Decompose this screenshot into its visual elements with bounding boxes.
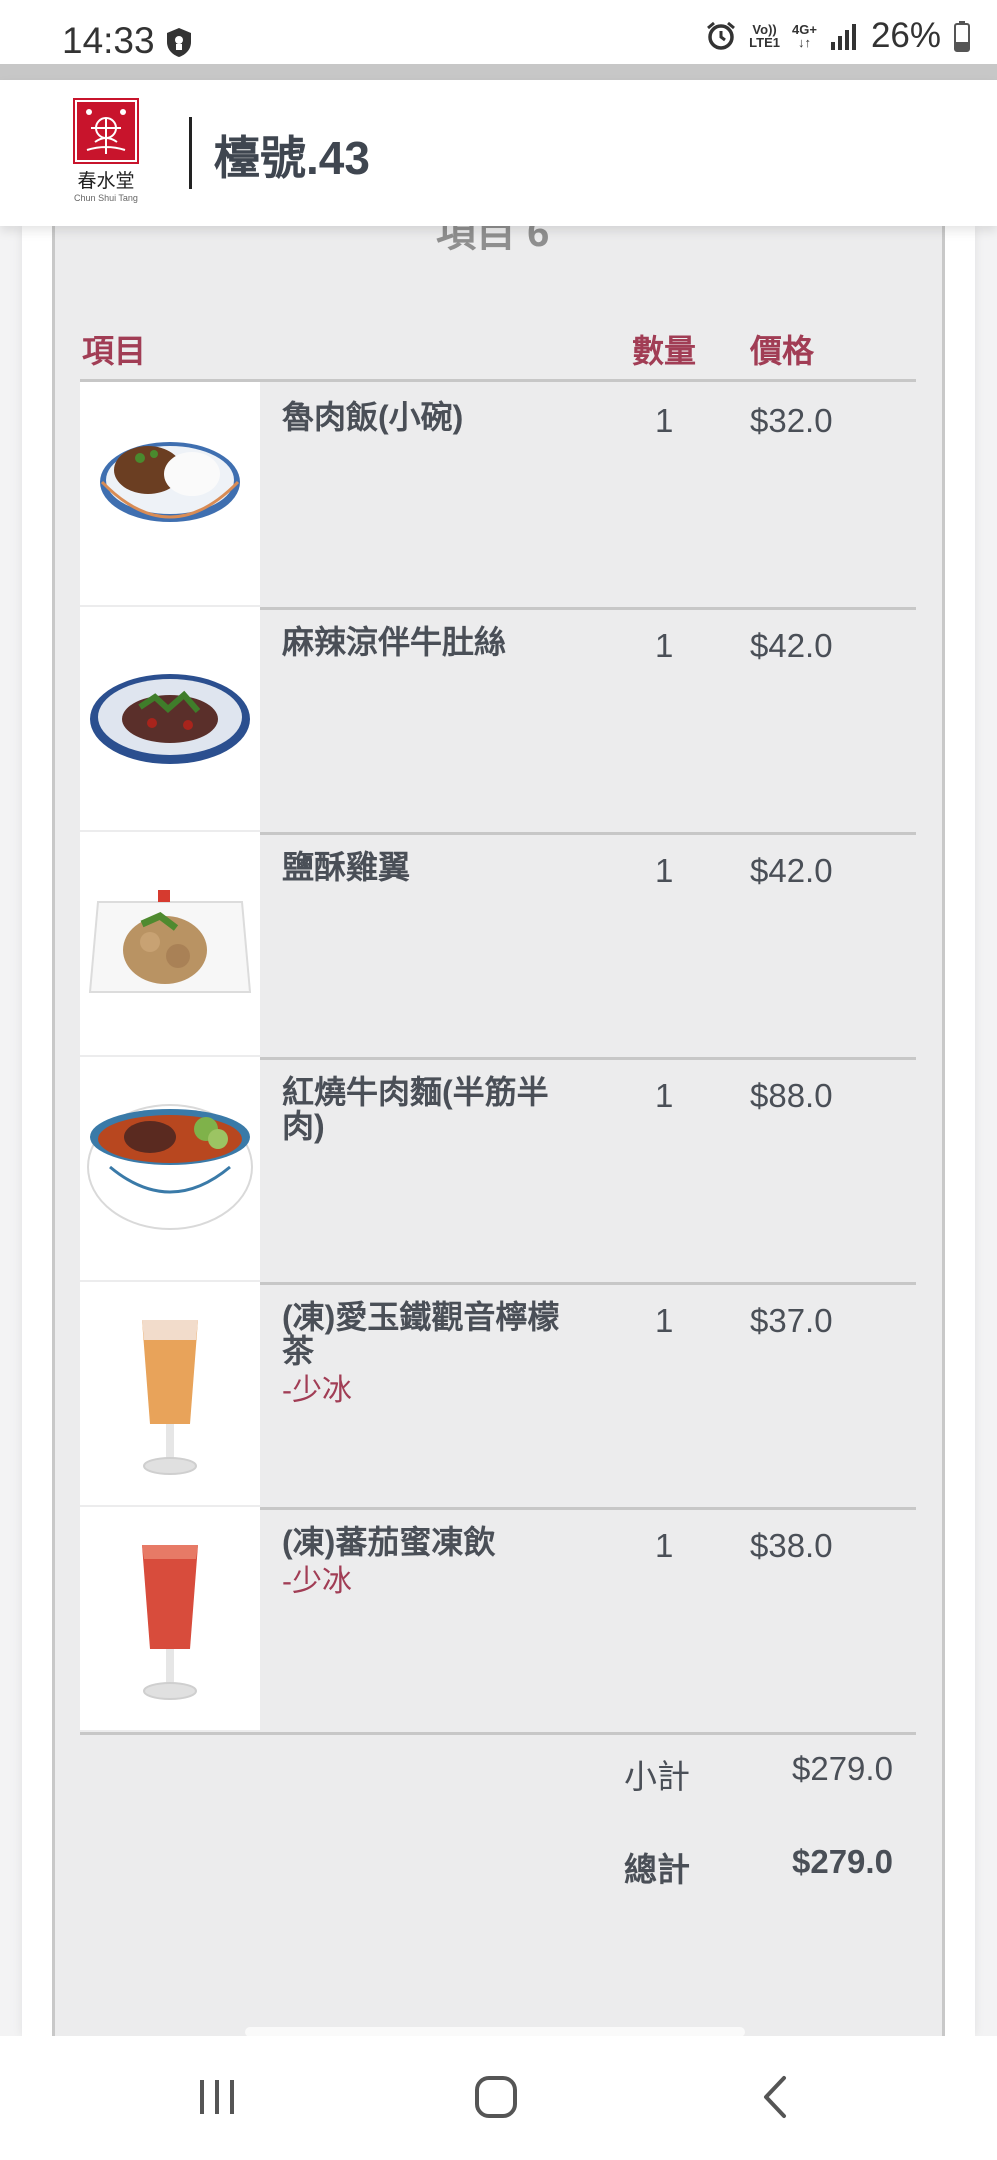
column-header-item: 項目 (82, 333, 147, 369)
status-time: 14:33 (62, 20, 155, 61)
item-price: $42.0 (750, 852, 833, 889)
signal-icon (830, 24, 856, 50)
subtotal-label: 小計 (624, 1758, 690, 1795)
total-value: $279.0 (792, 1843, 893, 1880)
order-item-row[interactable]: (凍)蕃茄蜜凍飲 -少冰 1 $38.0 (80, 1507, 916, 1735)
item-price: $32.0 (750, 402, 833, 439)
column-header-qty: 數量 (632, 333, 697, 369)
row-divider (80, 1732, 916, 1735)
item-price: $38.0 (750, 1527, 833, 1564)
battery-icon (954, 21, 970, 52)
item-price: $37.0 (750, 1302, 833, 1339)
item-name: 麻辣涼伴牛肚絲 (282, 624, 507, 660)
navigation-bar (0, 2036, 997, 2160)
item-thumbnail (80, 1057, 260, 1280)
item-name: 紅燒牛肉麵(半筋半肉) (282, 1074, 549, 1144)
header-divider (189, 117, 192, 189)
total-label: 總計 (624, 1851, 690, 1888)
status-bar: 14:33 Vo)) LTE1 4G+ ↓↑ 26% (0, 0, 997, 64)
shield-icon (167, 28, 191, 57)
item-quantity: 1 (655, 627, 674, 664)
item-quantity: 1 (655, 1302, 674, 1339)
item-thumbnail (80, 832, 260, 1055)
app-header: 春水堂 Chun Shui Tang 檯號.43 (0, 80, 997, 226)
item-price: $42.0 (750, 627, 833, 664)
home-icon[interactable] (473, 2074, 519, 2120)
item-thumbnail (80, 607, 260, 830)
item-thumbnail (80, 1282, 260, 1505)
item-quantity: 1 (655, 1527, 674, 1564)
item-price: $88.0 (750, 1077, 833, 1114)
battery-percent: 26% (870, 16, 941, 55)
recent-apps-icon[interactable] (196, 2074, 240, 2118)
item-modifier: -少冰 (282, 1374, 352, 1407)
order-item-row[interactable]: (凍)愛玉鐵觀音檸檬茶 -少冰 1 $37.0 (80, 1282, 916, 1510)
logo-emblem (73, 98, 139, 164)
item-thumbnail (80, 1507, 260, 1730)
order-item-row[interactable]: 麻辣涼伴牛肚絲 1 $42.0 (80, 607, 916, 835)
back-icon[interactable] (760, 2074, 790, 2120)
alarm-icon (707, 21, 736, 50)
order-item-row[interactable]: 紅燒牛肉麵(半筋半肉) 1 $88.0 (80, 1057, 916, 1285)
brand-logo: 春水堂 Chun Shui Tang (68, 98, 144, 203)
subtotal-value: $279.0 (792, 1750, 893, 1787)
order-item-row[interactable]: 鹽酥雞翼 1 $42.0 (80, 832, 916, 1060)
order-item-row[interactable]: 魯肉飯(小碗) 1 $32.0 (80, 382, 916, 610)
item-quantity: 1 (655, 1077, 674, 1114)
column-header-price: 價格 (750, 333, 815, 369)
item-modifier: -少冰 (282, 1565, 352, 1598)
table-number: 檯號.43 (214, 132, 370, 184)
item-name: (凍)蕃茄蜜凍飲 -少冰 (282, 1525, 582, 1599)
item-thumbnail (80, 382, 260, 605)
item-quantity: 1 (655, 852, 674, 889)
item-quantity: 1 (655, 402, 674, 439)
item-name: 魯肉飯(小碗) (282, 399, 464, 435)
item-name: 鹽酥雞翼 (282, 849, 411, 885)
network-volte-label: Vo)) LTE1 (749, 22, 780, 50)
item-name: (凍)愛玉鐵觀音檸檬茶 -少冰 (282, 1300, 582, 1408)
network-4g-label: 4G+ ↓↑ (792, 22, 817, 50)
status-divider (0, 64, 997, 80)
